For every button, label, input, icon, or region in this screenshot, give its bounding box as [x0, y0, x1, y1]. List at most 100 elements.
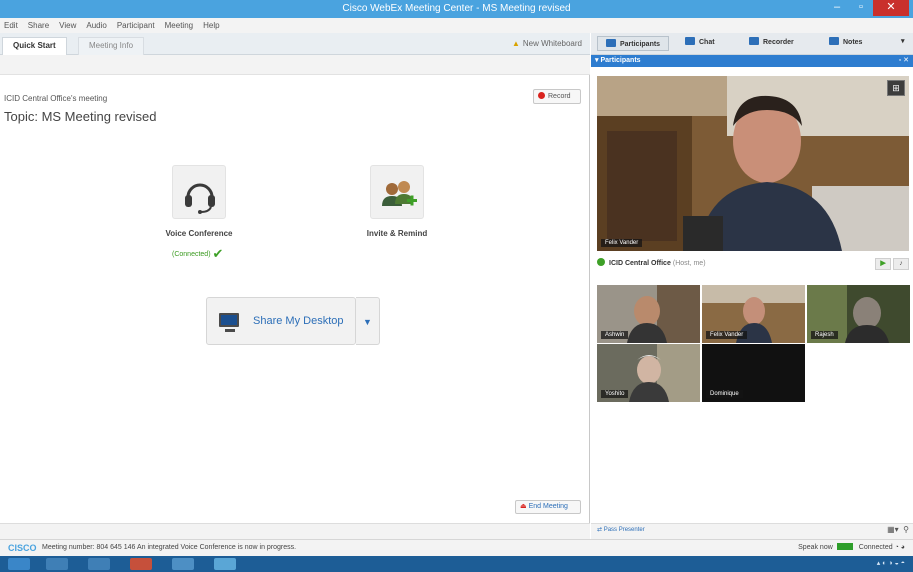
monitor-icon	[219, 313, 239, 332]
host-status-icon	[597, 258, 605, 266]
os-taskbar: ▴ ◐ ◑ ◒ ◓	[0, 556, 913, 572]
menu-item-audio[interactable]: Audio	[86, 21, 106, 30]
microphone-icon[interactable]: ♪	[893, 258, 909, 270]
voice-conference-button[interactable]	[172, 165, 226, 219]
meeting-topic: Topic: MS Meeting revised	[4, 109, 157, 124]
menu-item-share[interactable]: Share	[28, 21, 49, 30]
more-tabs-icon[interactable]: ▾	[901, 37, 905, 45]
record-label: Record	[548, 93, 571, 100]
invite-remind-label: Invite & Remind	[366, 229, 428, 238]
menu-item-participant[interactable]: Participant	[117, 21, 155, 30]
recorder-icon	[749, 37, 759, 45]
browser-icon[interactable]	[88, 558, 110, 570]
audio-level-meter	[836, 543, 853, 550]
voice-conference-label: Voice Conference	[165, 229, 233, 238]
content-tabs: Quick Start Meeting Info ▲ New Whiteboard	[0, 33, 590, 55]
content-footer	[0, 523, 590, 539]
panel-footer: ⇄ Pass Presenter ▦▾ ⚲	[591, 523, 913, 539]
minimize-icon[interactable]: ‒	[825, 0, 849, 16]
video-name-tag: Felix Vander	[601, 239, 643, 247]
participant-thumbnail[interactable]: Felix Vander	[702, 285, 805, 343]
panel-footer-tools: ▦▾ ⚲	[887, 525, 909, 534]
status-bar: CISCO Meeting number: 804 645 146 An int…	[0, 539, 913, 556]
speak-now-label: Speak now	[798, 544, 833, 551]
host-name: ICID Central Office	[609, 260, 671, 267]
meeting-name: ICID Central Office's meeting	[4, 94, 108, 103]
tab-participants[interactable]: Participants	[597, 36, 670, 51]
thumbnail-name-tag: Ashwin	[601, 331, 629, 339]
cisco-logo: CISCO	[8, 543, 37, 553]
camera-icon[interactable]: ▶	[875, 258, 892, 270]
checkmark-icon: ✔	[212, 246, 224, 261]
new-whiteboard-label: New Whiteboard	[522, 39, 582, 48]
menu-item-help[interactable]: Help	[203, 21, 219, 30]
participant-tools-icon[interactable]: ⚲	[903, 525, 909, 534]
record-button[interactable]: Record	[533, 89, 581, 104]
layout-menu-icon[interactable]: ▦▾	[887, 525, 899, 534]
maximize-icon[interactable]: ▫	[849, 0, 873, 16]
host-row: ICID Central Office (Host, me) ▶ ♪	[591, 257, 913, 271]
participant-thumbnail[interactable]: Yoshito	[597, 344, 700, 402]
end-meeting-button[interactable]: ⏏ End Meeting	[515, 500, 581, 514]
start-icon[interactable]	[8, 558, 30, 570]
tab-recorder-label: Recorder	[763, 39, 794, 46]
panel-controls-icon[interactable]: ▫ ✕	[899, 55, 909, 67]
content-panel: Quick Start Meeting Info ▲ New Whiteboard…	[0, 33, 590, 539]
app-icon[interactable]	[130, 558, 152, 570]
menu-item-edit[interactable]: Edit	[4, 21, 18, 30]
tab-notes[interactable]: Notes	[829, 37, 862, 46]
file-explorer-icon[interactable]	[46, 558, 68, 570]
video-layout-icon[interactable]: ⊞	[887, 80, 905, 96]
tab-quick-start[interactable]: Quick Start	[2, 37, 67, 55]
title-bar: Cisco WebEx Meeting Center - MS Meeting …	[0, 0, 913, 18]
system-tray-icons[interactable]: ▴ ◐ ◑ ◒ ◓	[877, 559, 905, 567]
participant-thumbnail[interactable]: Rajesh	[807, 285, 910, 343]
active-speaker-video: Felix Vander ⊞	[597, 76, 909, 251]
share-options-dropdown[interactable]: ▼	[356, 297, 380, 345]
window-controls: ‒ ▫ ✕	[825, 0, 909, 16]
participants-icon	[606, 39, 616, 47]
window-title: Cisco WebEx Meeting Center - MS Meeting …	[342, 3, 571, 14]
notes-icon	[829, 37, 839, 45]
thumbnail-name-tag: Dominique	[706, 390, 743, 398]
voice-status: (Connected) ✔	[172, 246, 223, 262]
participant-thumbnail[interactable]: Dominique	[702, 344, 805, 402]
host-role: (Host, me)	[672, 260, 706, 267]
tab-meeting-info[interactable]: Meeting Info	[78, 37, 145, 55]
side-panel: Participants Chat Recorder Notes ▾ ▾ Par…	[591, 33, 913, 539]
pass-presenter-label: Pass Presenter	[603, 527, 645, 533]
share-desktop-button[interactable]: Share My Desktop	[206, 297, 356, 345]
video-frame-image	[597, 76, 909, 251]
toolbar-strip	[0, 55, 590, 75]
signal-icon: ◔ ◕	[894, 544, 905, 551]
host-controls: ▶ ♪	[875, 257, 909, 271]
chevron-down-icon: ▼	[363, 317, 372, 327]
record-icon	[538, 92, 545, 99]
people-add-icon	[382, 181, 417, 206]
thumbnail-name-tag: Rajesh	[811, 331, 838, 339]
invite-remind-button[interactable]	[370, 165, 424, 219]
thumbnail-name-tag: Yoshito	[601, 390, 629, 398]
webex-taskbar-icon[interactable]	[214, 558, 236, 570]
participant-thumbnail[interactable]: Ashwin	[597, 285, 700, 343]
whiteboard-icon: ▲	[511, 39, 520, 48]
thumbnail-name-tag: Felix Vander	[706, 331, 748, 339]
tab-recorder[interactable]: Recorder	[749, 37, 794, 46]
menu-bar: Edit Share View Audio Participant Meetin…	[0, 18, 913, 33]
exit-icon: ⏏	[520, 503, 527, 510]
new-whiteboard-button[interactable]: ▲ New Whiteboard	[512, 39, 582, 48]
headset-icon	[185, 183, 215, 214]
tab-notes-label: Notes	[843, 39, 863, 46]
status-indicators: Speak now Connected ◔ ◕	[798, 540, 905, 556]
menu-item-meeting[interactable]: Meeting	[165, 21, 193, 30]
voice-status-label: (Connected)	[172, 251, 211, 258]
app-icon[interactable]	[172, 558, 194, 570]
share-desktop-label: Share My Desktop	[253, 315, 344, 327]
close-icon[interactable]: ✕	[873, 0, 909, 16]
tab-participants-label: Participants	[620, 41, 661, 48]
pass-presenter-button[interactable]: ⇄ Pass Presenter	[597, 526, 645, 533]
menu-item-view[interactable]: View	[59, 21, 76, 30]
tab-chat[interactable]: Chat	[685, 37, 715, 46]
participants-header-label: Participants	[600, 57, 641, 64]
participants-header: ▾ Participants ▫ ✕	[591, 55, 913, 67]
